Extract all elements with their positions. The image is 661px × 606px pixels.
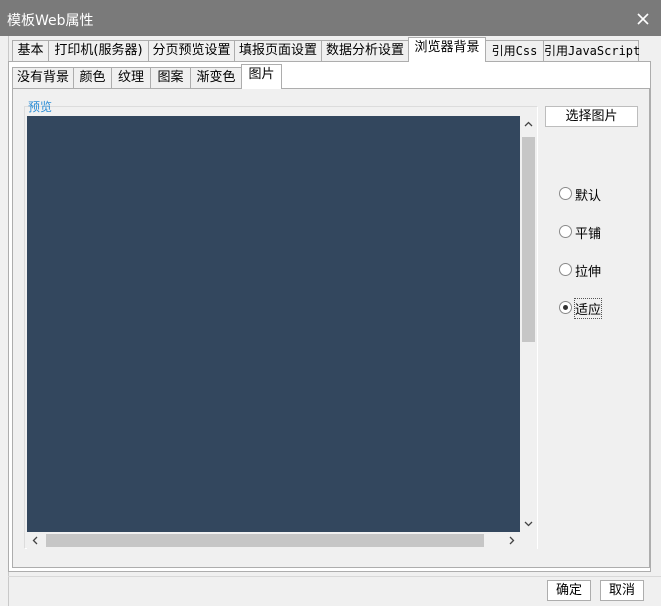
select-image-button[interactable]: 选择图片 bbox=[545, 106, 638, 127]
tab-reference-css[interactable]: 引用Css bbox=[485, 40, 544, 61]
chevron-down-icon bbox=[524, 521, 533, 527]
radio-circle bbox=[559, 225, 572, 238]
close-button[interactable] bbox=[632, 8, 654, 30]
close-icon bbox=[637, 13, 649, 25]
chevron-right-icon bbox=[509, 536, 515, 545]
radio-circle bbox=[559, 301, 572, 314]
chevron-up-icon bbox=[524, 121, 533, 127]
scroll-left-button[interactable] bbox=[27, 532, 44, 549]
footer-divider bbox=[8, 576, 661, 577]
preview-canvas bbox=[27, 116, 520, 532]
tab-color[interactable]: 颜色 bbox=[73, 67, 112, 88]
vertical-scrollbar[interactable] bbox=[520, 116, 537, 532]
radio-dot bbox=[563, 305, 568, 310]
radio-label-stretch: 拉伸 bbox=[575, 265, 602, 280]
radio-label-fit: 适应 bbox=[573, 298, 603, 319]
radio-circle bbox=[559, 187, 572, 200]
tab-printer-server[interactable]: 打印机(服务器) bbox=[48, 40, 149, 61]
scroll-up-button[interactable] bbox=[520, 116, 537, 133]
radio-circle bbox=[559, 263, 572, 276]
web-properties-dialog: 模板Web属性 基本 打印机(服务器) 分页预览设置 填报页面设置 数据分析设置… bbox=[0, 0, 661, 606]
ok-button[interactable]: 确定 bbox=[547, 580, 591, 601]
radio-label-default: 默认 bbox=[575, 189, 602, 204]
tab-reference-javascript[interactable]: 引用JavaScript bbox=[543, 40, 640, 61]
vertical-scroll-thumb[interactable] bbox=[522, 137, 535, 342]
tab-gradient[interactable]: 渐变色 bbox=[190, 67, 242, 88]
scrollbar-corner bbox=[520, 532, 537, 549]
tab-pattern[interactable]: 图案 bbox=[150, 67, 191, 88]
chevron-left-icon bbox=[32, 536, 38, 545]
scroll-down-button[interactable] bbox=[520, 515, 537, 532]
horizontal-scrollbar[interactable] bbox=[27, 532, 520, 549]
tab-fill-page-settings[interactable]: 填报页面设置 bbox=[234, 40, 322, 61]
title-bar: 模板Web属性 bbox=[0, 0, 661, 36]
tab-texture[interactable]: 纹理 bbox=[111, 67, 151, 88]
cancel-button[interactable]: 取消 bbox=[600, 580, 644, 601]
tab-basic[interactable]: 基本 bbox=[12, 40, 49, 61]
horizontal-scroll-thumb[interactable] bbox=[46, 534, 484, 547]
radio-label-tile: 平铺 bbox=[575, 227, 602, 242]
scroll-right-button[interactable] bbox=[503, 532, 520, 549]
tab-data-analysis-settings[interactable]: 数据分析设置 bbox=[321, 40, 409, 61]
window-title: 模板Web属性 bbox=[7, 13, 94, 29]
tab-image[interactable]: 图片 bbox=[241, 64, 282, 89]
tab-no-background[interactable]: 没有背景 bbox=[12, 67, 74, 88]
tab-browser-background[interactable]: 浏览器背景 bbox=[408, 37, 486, 62]
preview-group-label: 预览 bbox=[28, 100, 53, 114]
tab-page-preview-settings[interactable]: 分页预览设置 bbox=[148, 40, 235, 61]
